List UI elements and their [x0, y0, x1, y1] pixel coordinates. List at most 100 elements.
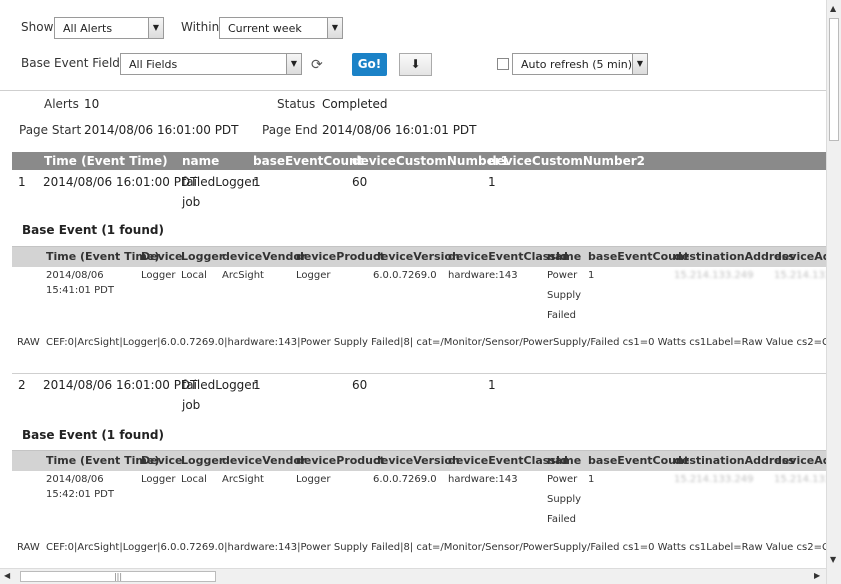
- row-number: 1: [18, 175, 26, 189]
- be-name: Power: [547, 270, 578, 281]
- chevron-down-icon[interactable]: ▼: [148, 18, 163, 38]
- page-start-value: 2014/08/06 16:01:00 PDT: [84, 123, 239, 137]
- chevron-down-icon[interactable]: ▼: [286, 54, 301, 74]
- within-label: Within: [181, 20, 220, 34]
- be-dev-addr: 15.214.133.: [774, 270, 826, 281]
- be-time-cont: 15:41:01 PDT: [46, 285, 114, 296]
- table-row[interactable]: 1 2014/08/06 16:01:00 PDT failedLogger j…: [12, 175, 826, 215]
- be-name-cont: Supply: [547, 290, 582, 301]
- be-dest-addr: 15.214.133.249: [674, 270, 754, 281]
- scroll-thumb[interactable]: [829, 18, 839, 141]
- be-version: 6.0.0.7269.0: [373, 270, 437, 281]
- column-header[interactable]: deviceProduct: [296, 250, 385, 263]
- column-header[interactable]: deviceAddr: [774, 250, 826, 263]
- alerts-value: 10: [84, 97, 100, 111]
- scroll-down-icon[interactable]: ▼: [830, 555, 836, 564]
- column-header[interactable]: deviceVendor: [222, 454, 306, 467]
- row-time: 2014/08/06 16:01:00 PDT: [43, 378, 198, 392]
- column-header[interactable]: name: [547, 250, 581, 263]
- row-dcn2: 1: [488, 175, 496, 189]
- row-name-cont: job: [182, 195, 201, 209]
- row-dcn1: 60: [352, 378, 368, 392]
- be-time-cont: 15:42:01 PDT: [46, 489, 114, 500]
- column-header[interactable]: name: [547, 454, 581, 467]
- chevron-down-icon[interactable]: ▼: [632, 54, 647, 74]
- be-logger: Local: [181, 270, 207, 281]
- be-logger: Local: [181, 474, 207, 485]
- base-event-fields-label: Base Event Fields: [21, 56, 127, 70]
- be-dev-addr: 15.214.133.: [774, 474, 826, 485]
- vertical-scrollbar[interactable]: ▲ ▼: [826, 0, 841, 584]
- column-header[interactable]: Logger: [181, 454, 224, 467]
- column-header[interactable]: deviceProduct: [296, 454, 385, 467]
- row-dcn1: 60: [352, 175, 368, 189]
- row-time: 2014/08/06 16:01:00 PDT: [43, 175, 198, 189]
- column-header[interactable]: deviceCustomNumber2: [488, 154, 645, 168]
- base-event-row[interactable]: 2014/08/06 15:41:01 PDT Logger Local Arc…: [12, 270, 826, 326]
- scroll-thumb[interactable]: |||: [20, 571, 216, 582]
- raw-label: RAW: [17, 542, 40, 553]
- be-vendor: ArcSight: [222, 474, 264, 485]
- auto-refresh-checkbox[interactable]: [497, 58, 509, 70]
- horizontal-scrollbar[interactable]: ◀ ||| ▶: [0, 568, 826, 584]
- table-header: Time (Event Time) name baseEventCount de…: [12, 152, 826, 170]
- column-header[interactable]: deviceVersion: [373, 454, 460, 467]
- within-select-value: Current week: [228, 22, 302, 35]
- go-button[interactable]: Go!: [352, 53, 387, 76]
- scroll-right-icon[interactable]: ▶: [814, 571, 820, 580]
- column-header[interactable]: Device: [141, 454, 183, 467]
- page-start-label: Page Start: [19, 123, 82, 137]
- column-header[interactable]: deviceVersion: [373, 250, 460, 263]
- be-name-cont: Failed: [547, 310, 577, 321]
- column-header[interactable]: name: [182, 154, 219, 168]
- download-button[interactable]: ⬇: [399, 53, 432, 76]
- be-dest-addr: 15.214.133.249: [674, 474, 754, 485]
- be-version: 6.0.0.7269.0: [373, 474, 437, 485]
- be-time: 2014/08/06: [46, 474, 104, 485]
- be-class-id: hardware:143: [448, 474, 518, 485]
- column-header[interactable]: baseEventCount: [253, 154, 363, 168]
- row-name: failedLogger: [182, 378, 257, 392]
- be-count: 1: [588, 270, 595, 281]
- base-event-header: Time (Event Time) Device Logger deviceVe…: [12, 450, 826, 471]
- be-name: Power: [547, 474, 578, 485]
- column-header[interactable]: Logger: [181, 250, 224, 263]
- show-select-value: All Alerts: [63, 22, 113, 35]
- raw-text: CEF:0|ArcSight|Logger|6.0.0.7269.0|hardw…: [46, 337, 826, 348]
- raw-label: RAW: [17, 337, 40, 348]
- be-product: Logger: [296, 474, 331, 485]
- results-table: Time (Event Time) name baseEventCount de…: [12, 152, 826, 568]
- alerts-label: Alerts: [44, 97, 79, 111]
- row-number: 2: [18, 378, 26, 392]
- be-device: Logger: [141, 270, 176, 281]
- row-dcn2: 1: [488, 378, 496, 392]
- column-header[interactable]: Time (Event Time): [44, 154, 168, 168]
- filter-bar: Show All Alerts ▼ Within Current week ▼ …: [0, 0, 826, 90]
- column-header[interactable]: Device: [141, 250, 183, 263]
- base-event-fields-select[interactable]: All Fields ▼: [120, 53, 302, 75]
- divider: [0, 90, 826, 91]
- auto-refresh-select[interactable]: Auto refresh (5 min) ▼: [512, 53, 648, 75]
- table-row[interactable]: 2 2014/08/06 16:01:00 PDT failedLogger j…: [12, 378, 826, 418]
- row-name-cont: job: [182, 398, 201, 412]
- be-count: 1: [588, 474, 595, 485]
- column-header[interactable]: deviceAddr: [774, 454, 826, 467]
- base-event-header: Time (Event Time) Device Logger deviceVe…: [12, 246, 826, 267]
- row-base-event-count: 1: [253, 378, 261, 392]
- within-select[interactable]: Current week ▼: [219, 17, 343, 39]
- column-header[interactable]: deviceCustomNumber1: [352, 154, 509, 168]
- refresh-icon[interactable]: ⟳: [311, 57, 323, 73]
- status-value: Completed: [322, 97, 388, 111]
- status-label: Status: [277, 97, 316, 111]
- base-event-row[interactable]: 2014/08/06 15:42:01 PDT Logger Local Arc…: [12, 474, 826, 530]
- base-event-title: Base Event (1 found): [22, 223, 164, 237]
- download-icon: ⬇: [410, 57, 421, 71]
- scroll-left-icon[interactable]: ◀: [4, 571, 10, 580]
- base-event-title: Base Event (1 found): [22, 428, 164, 442]
- show-label: Show: [21, 20, 54, 34]
- be-name-cont: Supply: [547, 494, 582, 505]
- column-header[interactable]: deviceVendor: [222, 250, 306, 263]
- show-select[interactable]: All Alerts ▼: [54, 17, 164, 39]
- chevron-down-icon[interactable]: ▼: [327, 18, 342, 38]
- scroll-up-icon[interactable]: ▲: [830, 4, 836, 13]
